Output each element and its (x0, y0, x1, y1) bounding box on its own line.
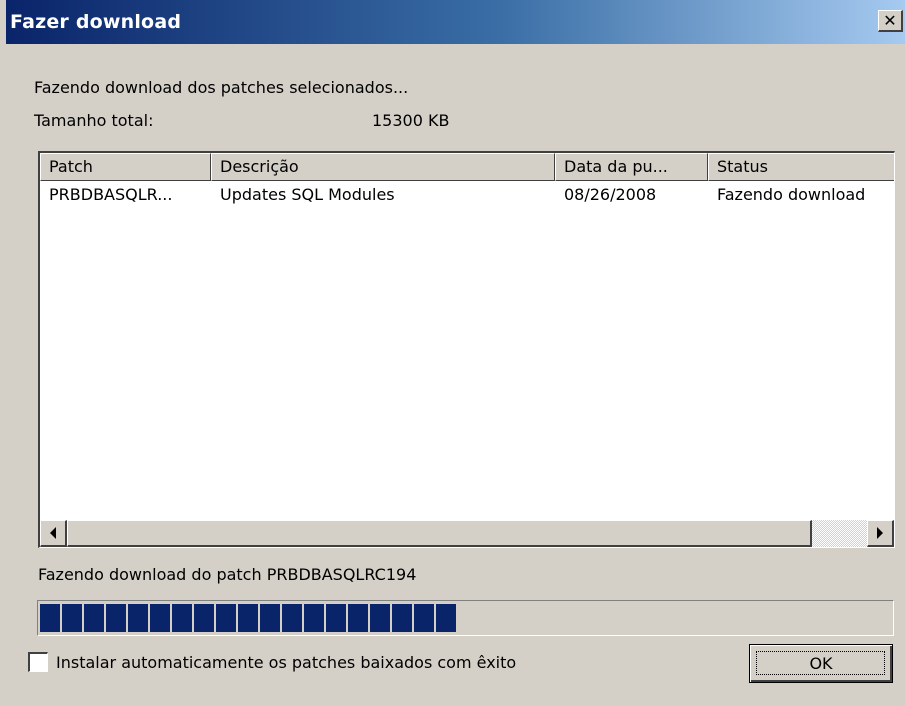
cell-description: Updates SQL Modules (220, 185, 395, 204)
column-header-date[interactable]: Data da pu... (555, 153, 708, 181)
patch-list[interactable]: Patch Descrição Data da pu... Status PRB… (38, 151, 895, 548)
auto-install-checkbox[interactable] (28, 652, 48, 672)
ok-button[interactable]: OK (749, 644, 893, 683)
current-patch-label: Fazendo download do patch PRBDBASQLRC194 (38, 565, 417, 584)
scroll-right-button[interactable] (867, 520, 894, 547)
progress-block (216, 604, 236, 632)
cell-patch: PRBDBASQLR... (49, 185, 173, 204)
progress-block (260, 604, 280, 632)
progress-block (436, 604, 456, 632)
progress-block (348, 604, 368, 632)
progress-block (392, 604, 412, 632)
cell-date: 08/26/2008 (564, 185, 657, 204)
arrow-right-icon (877, 527, 883, 539)
progress-block (172, 604, 192, 632)
auto-install-label[interactable]: Instalar automaticamente os patches baix… (56, 653, 516, 672)
scroll-left-button[interactable] (40, 520, 67, 547)
progress-block (304, 604, 324, 632)
column-header-description[interactable]: Descrição (211, 153, 555, 181)
progress-block (128, 604, 148, 632)
progress-block (40, 604, 60, 632)
arrow-left-icon (50, 527, 56, 539)
table-row[interactable]: PRBDBASQLR... Updates SQL Modules 08/26/… (40, 183, 894, 209)
progress-block (150, 604, 170, 632)
progress-fill (40, 604, 891, 632)
total-size-value: 15300 KB (372, 111, 450, 130)
status-message: Fazendo download dos patches selecionado… (34, 78, 409, 97)
scrollbar-thumb[interactable] (67, 520, 812, 547)
auto-install-option[interactable]: Instalar automaticamente os patches baix… (28, 652, 516, 672)
close-button[interactable]: ✕ (878, 10, 903, 32)
progress-block (238, 604, 258, 632)
progress-block (106, 604, 126, 632)
close-icon: ✕ (883, 10, 897, 30)
horizontal-scrollbar[interactable] (40, 520, 894, 547)
cell-status: Fazendo download (717, 185, 866, 204)
list-header: Patch Descrição Data da pu... Status (40, 153, 894, 181)
download-progress-bar (37, 600, 894, 636)
window-title: Fazer download (10, 11, 182, 33)
scrollbar-track[interactable] (812, 520, 867, 547)
progress-block (370, 604, 390, 632)
progress-block (194, 604, 214, 632)
progress-block (282, 604, 302, 632)
progress-block (84, 604, 104, 632)
column-header-status[interactable]: Status (708, 153, 894, 181)
progress-block (62, 604, 82, 632)
progress-block (414, 604, 434, 632)
focus-rectangle (756, 651, 885, 675)
column-header-patch[interactable]: Patch (40, 153, 211, 181)
progress-block (326, 604, 346, 632)
download-dialog: Fazer download ✕ Fazendo download dos pa… (6, 0, 905, 706)
total-size-label: Tamanho total: (34, 111, 154, 130)
title-bar[interactable]: Fazer download ✕ (6, 0, 905, 44)
